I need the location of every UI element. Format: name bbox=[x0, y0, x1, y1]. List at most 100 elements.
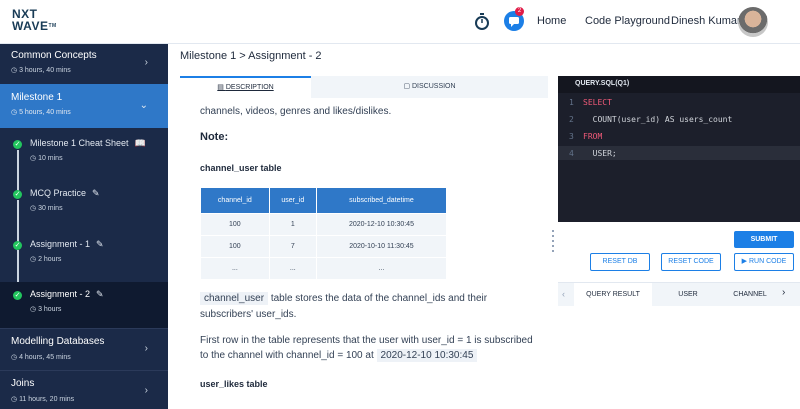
item-title: MCQ Practice bbox=[30, 188, 87, 198]
line-number: 1 bbox=[569, 98, 574, 107]
reset-db-button[interactable]: RESET DB bbox=[590, 253, 650, 271]
note-heading: Note: bbox=[200, 131, 229, 143]
editor-tab-label: QUERY.SQL(Q1) bbox=[575, 80, 630, 87]
description-icon: ▤ bbox=[217, 84, 226, 91]
paragraph-1-line2: subscribers' user_ids. bbox=[200, 309, 297, 320]
pencil-icon: ✎ bbox=[92, 188, 100, 198]
table1-title: channel_user table bbox=[200, 163, 282, 173]
chevron-left-icon[interactable]: ‹ bbox=[562, 289, 565, 299]
section-meta: 3 hours, 40 mins bbox=[19, 67, 71, 74]
clock-icon: ◷ bbox=[11, 67, 20, 74]
logo-tm: TM bbox=[48, 23, 57, 29]
line-number: 3 bbox=[569, 132, 574, 141]
code-line: COUNT(user_id) AS users_count bbox=[583, 115, 733, 124]
line-number: 4 bbox=[569, 149, 574, 158]
avatar[interactable] bbox=[738, 7, 768, 37]
submit-button[interactable]: SUBMIT bbox=[734, 231, 794, 248]
item-meta: 30 mins bbox=[38, 205, 63, 212]
table-header: channel_id bbox=[200, 187, 270, 214]
pencil-icon: ✎ bbox=[96, 239, 104, 249]
table-header: user_id bbox=[268, 187, 317, 214]
check-icon: ✓ bbox=[13, 140, 22, 149]
item-meta: 3 hours bbox=[38, 306, 62, 313]
tab-channel[interactable]: CHANNEL bbox=[724, 283, 776, 307]
logo-line2: WAVE bbox=[12, 19, 49, 33]
sidebar-item-assignment-2[interactable]: ✓ Assignment - 2 ✎ ◷ 3 hours bbox=[0, 282, 168, 328]
chevron-right-icon[interactable]: › bbox=[782, 287, 785, 298]
discussion-icon: ▢ bbox=[403, 83, 412, 90]
nav-code-playground-link[interactable]: Code Playground bbox=[585, 15, 670, 27]
sidebar-item-cheat-sheet[interactable]: ✓ Milestone 1 Cheat Sheet 📖 ◷ 10 mins bbox=[0, 132, 168, 182]
reset-code-button[interactable]: RESET CODE bbox=[661, 253, 721, 271]
tab-query-result[interactable]: QUERY RESULT bbox=[574, 283, 652, 307]
clock-icon: ◷ bbox=[11, 396, 20, 403]
tab-user[interactable]: USER bbox=[662, 283, 714, 307]
inline-code: channel_user bbox=[200, 292, 269, 305]
paragraph-2: First row in the table represents that t… bbox=[200, 335, 533, 346]
clock-icon: ◷ bbox=[11, 109, 20, 116]
table-row: ... ... ... bbox=[200, 257, 448, 280]
item-meta: 10 mins bbox=[38, 155, 63, 162]
chevron-right-icon: › bbox=[144, 343, 148, 354]
stopwatch-icon[interactable] bbox=[474, 13, 490, 31]
sidebar-item-mcq-practice[interactable]: ✓ MCQ Practice ✎ ◷ 30 mins bbox=[0, 182, 168, 232]
section-title: Modelling Databases bbox=[11, 336, 105, 347]
sidebar-section-modelling-databases[interactable]: Modelling Databases ◷ 4 hours, 45 mins › bbox=[0, 328, 168, 370]
code-line: USER; bbox=[583, 149, 617, 158]
check-icon: ✓ bbox=[13, 190, 22, 199]
pane-divider bbox=[549, 44, 558, 409]
item-title: Assignment - 2 bbox=[30, 289, 91, 299]
clock-icon: ◷ bbox=[30, 256, 39, 263]
item-meta: 2 hours bbox=[38, 256, 62, 263]
code-editor[interactable]: QUERY.SQL(Q1) 1 SELECT 2 COUNT(user_id) … bbox=[558, 76, 800, 222]
nav-home-link[interactable]: Home bbox=[537, 15, 566, 27]
description-content: channels, videos, genres and likes/disli… bbox=[180, 98, 548, 409]
inline-code: 2020-12-10 10:30:45 bbox=[376, 349, 478, 362]
section-title: Joins bbox=[11, 378, 35, 389]
table-header: subscribed_datetime bbox=[315, 187, 448, 214]
sidebar-section-common-concepts[interactable]: Common Concepts ◷ 3 hours, 40 mins › bbox=[0, 44, 168, 84]
table2-title: user_likes table bbox=[200, 379, 268, 389]
query-result-panel bbox=[558, 306, 800, 409]
table-row: 100 1 2020-12-10 10:30:45 bbox=[200, 213, 448, 236]
breadcrumb: Milestone 1 > Assignment - 2 bbox=[180, 50, 322, 62]
item-title: Milestone 1 Cheat Sheet bbox=[30, 138, 129, 148]
paragraph-2-line2: to the channel with channel_id = 100 at … bbox=[200, 349, 478, 362]
book-icon: 📖 bbox=[134, 138, 146, 148]
nxtwave-logo[interactable]: NXT WAVETM bbox=[12, 8, 72, 36]
clock-icon: ◷ bbox=[30, 306, 39, 313]
sidebar-section-milestone-1[interactable]: Milestone 1 ◷ 5 hours, 40 mins ⌄ bbox=[0, 84, 168, 128]
course-sidebar: Common Concepts ◷ 3 hours, 40 mins › Mil… bbox=[0, 44, 168, 409]
result-tabs: ‹ QUERY RESULT USER CHANNEL bbox=[558, 282, 800, 307]
clock-icon: ◷ bbox=[30, 205, 39, 212]
sidebar-item-assignment-1[interactable]: ✓ Assignment - 1 ✎ ◷ 2 hours bbox=[0, 232, 168, 282]
chevron-right-icon: › bbox=[144, 57, 148, 68]
resize-handle[interactable] bbox=[552, 230, 554, 252]
top-header: NXT WAVETM 2 Home Code Playground Dinesh… bbox=[0, 0, 800, 44]
user-name[interactable]: Dinesh Kumar bbox=[671, 15, 741, 27]
editor-tab[interactable]: QUERY.SQL(Q1) bbox=[558, 76, 800, 93]
section-meta: 5 hours, 40 mins bbox=[19, 109, 71, 116]
tab-discussion[interactable]: ▢ DISCUSSION bbox=[311, 76, 548, 98]
table-row: 100 7 2020-10-10 11:30:45 bbox=[200, 235, 448, 258]
section-title: Milestone 1 bbox=[11, 92, 63, 103]
check-icon: ✓ bbox=[13, 241, 22, 250]
paragraph-1: channel_user table stores the data of th… bbox=[200, 292, 487, 305]
section-title: Common Concepts bbox=[11, 50, 97, 61]
clock-icon: ◷ bbox=[11, 354, 20, 361]
line-number: 2 bbox=[569, 115, 574, 124]
tab-description[interactable]: ▤ DESCRIPTION bbox=[180, 76, 311, 98]
notification-badge: 2 bbox=[515, 7, 524, 16]
check-icon: ✓ bbox=[13, 291, 22, 300]
intro-text: channels, videos, genres and likes/disli… bbox=[200, 106, 392, 117]
code-line: SELECT bbox=[583, 98, 612, 107]
run-code-button[interactable]: ▶ RUN CODE bbox=[734, 253, 794, 271]
section-meta: 11 hours, 20 mins bbox=[19, 396, 75, 403]
channel-user-table: channel_id user_id subscribed_datetime 1… bbox=[200, 187, 448, 280]
pencil-icon: ✎ bbox=[96, 289, 104, 299]
code-line: FROM bbox=[583, 132, 603, 141]
clock-icon: ◷ bbox=[30, 155, 39, 162]
chevron-right-icon: › bbox=[144, 385, 148, 396]
content-tabs: ▤ DESCRIPTION ▢ DISCUSSION bbox=[180, 76, 548, 98]
sidebar-section-joins[interactable]: Joins ◷ 11 hours, 20 mins › bbox=[0, 370, 168, 409]
